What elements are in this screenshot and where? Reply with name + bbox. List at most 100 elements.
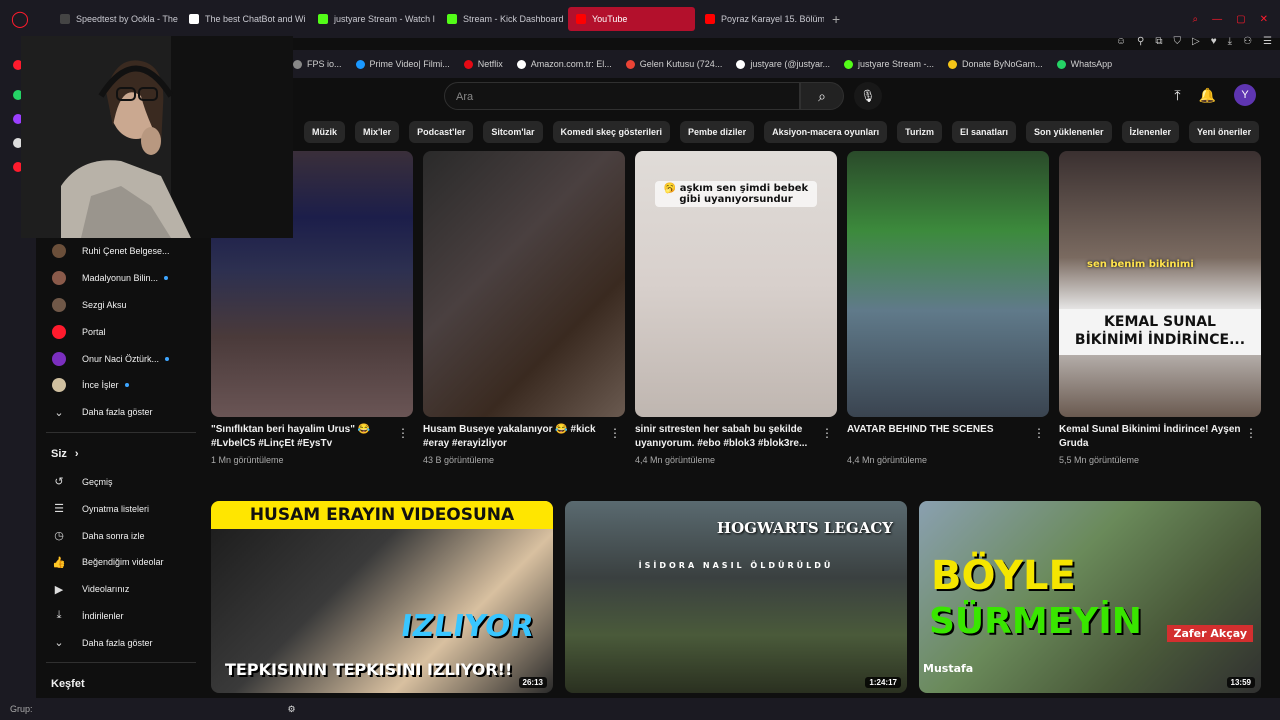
voice-search-button[interactable]: 🎙 xyxy=(854,82,882,110)
category-chip[interactable]: Podcast'ler xyxy=(409,121,474,143)
subscription-item[interactable]: Sezgi Aksu xyxy=(36,292,206,319)
bookmark-item[interactable]: justyare (@justyar... xyxy=(736,59,830,69)
subscription-label: Sezgi Aksu xyxy=(82,299,127,310)
category-chip[interactable]: Mix'ler xyxy=(355,121,400,143)
download-icon: ⤓ xyxy=(56,609,62,622)
you-item[interactable]: ⤓ İndirilenler xyxy=(36,603,206,630)
video-thumbnail[interactable]: HOGWARTS LEGACY İSİDORA NASIL ÖLDÜRÜLDÜ 1… xyxy=(565,501,907,693)
status-bar: Grup: ⚙ xyxy=(0,698,1280,720)
category-chip[interactable]: Komedi skeç gösterileri xyxy=(552,121,671,143)
notifications-icon[interactable]: 🔔 xyxy=(1199,87,1216,104)
tab-title: Stream - Kick Dashboard xyxy=(463,14,564,24)
video-thumbnail[interactable]: HUSAM ERAYIN VIDEOSUNA IZLIYOR TEPKISINI… xyxy=(211,501,553,693)
you-item-label: Beğendiğim videolar xyxy=(82,557,164,568)
bookmark-item[interactable]: Amazon.com.tr: El... xyxy=(516,59,612,69)
bookmark-item[interactable]: justyare Stream -... xyxy=(844,59,934,69)
bookmark-item[interactable]: Donate ByNoGam... xyxy=(948,59,1043,69)
bookmark-favicon-icon xyxy=(463,59,473,69)
short-card[interactable]: 🥱 aşkım sen şimdi bebek gibi uyanıyorsun… xyxy=(635,151,837,465)
category-chip[interactable]: Sitcom'lar xyxy=(483,121,543,143)
bookmark-item[interactable]: Gelen Kutusu (724... xyxy=(625,59,723,69)
category-chip[interactable]: Aksiyon-macera oyunları xyxy=(764,121,888,143)
category-chip[interactable]: Son yüklenenler xyxy=(1026,121,1112,143)
profile-icon[interactable]: ⚇ xyxy=(1243,36,1252,47)
status-gear-icon[interactable]: ⚙ xyxy=(288,704,296,715)
search-input[interactable]: Ara xyxy=(444,82,800,110)
you-item[interactable]: 👍 Beğendiğim videolar xyxy=(36,549,206,576)
you-item[interactable]: ☰ Oynatma listeleri xyxy=(36,495,206,522)
chevron-right-icon: › xyxy=(74,447,79,460)
category-chip[interactable]: Pembe diziler xyxy=(680,121,755,143)
category-chip[interactable]: Turizm xyxy=(897,121,942,143)
bookmark-item[interactable]: Prime Video| Filmi... xyxy=(355,59,450,69)
you-item[interactable]: ▶ Videolarınız xyxy=(36,576,206,603)
category-chip[interactable]: Müzik xyxy=(304,121,346,143)
new-tab-button[interactable]: + xyxy=(824,11,848,27)
close-button[interactable]: ✕ xyxy=(1260,14,1268,25)
short-title[interactable]: AVATAR BEHIND THE SCENES xyxy=(847,423,1049,453)
bookmark-item[interactable]: Netflix xyxy=(463,59,503,69)
category-chip[interactable]: İzlenenler xyxy=(1121,121,1180,143)
maximize-button[interactable]: ▢ xyxy=(1236,14,1245,25)
short-thumbnail[interactable]: sen benim bikinimi KEMAL SUNAL BİKİNİMİ İ… xyxy=(1059,151,1261,417)
short-title[interactable]: "Sınıflıktan beri hayalim Urus" 😂 #Lvbel… xyxy=(211,423,413,453)
bookmark-item[interactable]: FPS io... xyxy=(293,59,342,69)
minimize-button[interactable]: — xyxy=(1212,14,1222,25)
video-thumbnail[interactable]: BÖYLE SÜRMEYİN Zafer Akçay Mustafa 13:59 xyxy=(919,501,1261,693)
category-chip[interactable]: El sanatları xyxy=(951,121,1016,143)
search-tabs-icon[interactable]: ⌕ xyxy=(1193,14,1199,25)
shield-icon[interactable]: ⛉ xyxy=(1174,36,1182,47)
short-views: 5,5 Mn görüntüleme xyxy=(1059,455,1140,465)
opera-logo-icon[interactable]: ◯ xyxy=(0,0,40,38)
subscription-item[interactable]: Ruhi Çenet Belgese... xyxy=(36,238,206,265)
subscription-item[interactable]: İnce İşler xyxy=(36,372,206,399)
bookmark-label: Gelen Kutusu (724... xyxy=(639,59,723,69)
subscription-item[interactable]: Onur Naci Öztürk... xyxy=(36,345,206,372)
bookmark-favicon-icon xyxy=(625,59,635,69)
short-title[interactable]: Kemal Sunal Bikinimi İndirince! Ayşen Gr… xyxy=(1059,423,1261,453)
short-thumbnail[interactable]: 🥱 aşkım sen şimdi bebek gibi uyanıyorsun… xyxy=(635,151,837,417)
search-button[interactable]: ⌕ xyxy=(800,82,844,110)
divider xyxy=(46,662,196,664)
more-options-icon[interactable]: ⋮ xyxy=(821,426,833,440)
upload-icon[interactable]: ⤒ xyxy=(1174,87,1180,104)
you-item[interactable]: ↺ Geçmiş xyxy=(36,469,206,496)
short-thumbnail[interactable] xyxy=(423,151,625,417)
short-card[interactable]: AVATAR BEHIND THE SCENES 4,4 Mn görüntül… xyxy=(847,151,1049,465)
subscription-label: İnce İşler xyxy=(82,380,119,391)
menu-icon[interactable]: ☰ xyxy=(1263,36,1272,47)
short-card[interactable]: Husam Buseye yakalanıyor 😂 #kick #eray #… xyxy=(423,151,625,465)
browser-tab[interactable]: Poyraz Karayel 15. Bölüm xyxy=(697,7,824,31)
more-options-icon[interactable]: ⋮ xyxy=(609,426,621,440)
show-more-subscriptions[interactable]: ⌄ Daha fazla göster xyxy=(36,399,206,426)
short-card[interactable]: sen benim bikinimi KEMAL SUNAL BİKİNİMİ İ… xyxy=(1059,151,1261,465)
subscription-item[interactable]: Madalyonun Bilin... xyxy=(36,265,206,292)
short-thumbnail[interactable] xyxy=(847,151,1049,417)
more-options-icon[interactable]: ⋮ xyxy=(1033,426,1045,440)
pin-icon[interactable]: ⚲ xyxy=(1137,36,1144,47)
more-options-icon[interactable]: ⋮ xyxy=(397,426,409,440)
short-title[interactable]: sinir sıtresten her sabah bu şekilde uya… xyxy=(635,423,837,453)
show-more-you[interactable]: ⌄ Daha fazla göster xyxy=(36,629,206,656)
video-mid-text: İSİDORA NASIL ÖLDÜRÜLDÜ xyxy=(638,561,834,570)
browser-tab[interactable]: YouTube xyxy=(568,7,695,31)
you-item[interactable]: ◷ Daha sonra izle xyxy=(36,522,206,549)
play-icon[interactable]: ▷ xyxy=(1192,36,1200,47)
you-section-header[interactable]: Siz › xyxy=(36,439,206,469)
more-options-icon[interactable]: ⋮ xyxy=(1245,426,1257,440)
browser-tab[interactable]: Speedtest by Ookla - The xyxy=(52,7,179,31)
avatar[interactable]: Y xyxy=(1234,84,1256,106)
browser-tab[interactable]: The best ChatBot and Wi xyxy=(181,7,308,31)
browser-tab[interactable]: justyare Stream - Watch l xyxy=(310,7,437,31)
bookmark-item[interactable]: WhatsApp xyxy=(1056,59,1112,69)
subscription-item[interactable]: Portal xyxy=(36,318,206,345)
download-icon[interactable]: ⤓ xyxy=(1228,36,1232,47)
browser-tab[interactable]: Stream - Kick Dashboard xyxy=(439,7,566,31)
snapshot-icon[interactable]: ⧉ xyxy=(1155,36,1162,47)
heart-icon[interactable]: ♥ xyxy=(1211,36,1217,47)
emoji-icon[interactable]: ☺ xyxy=(1116,36,1126,47)
category-chip[interactable]: Yeni öneriler xyxy=(1189,121,1260,143)
divider xyxy=(46,431,196,433)
short-title[interactable]: Husam Buseye yakalanıyor 😂 #kick #eray #… xyxy=(423,423,625,453)
chevron-down-icon: ⌄ xyxy=(54,406,64,419)
